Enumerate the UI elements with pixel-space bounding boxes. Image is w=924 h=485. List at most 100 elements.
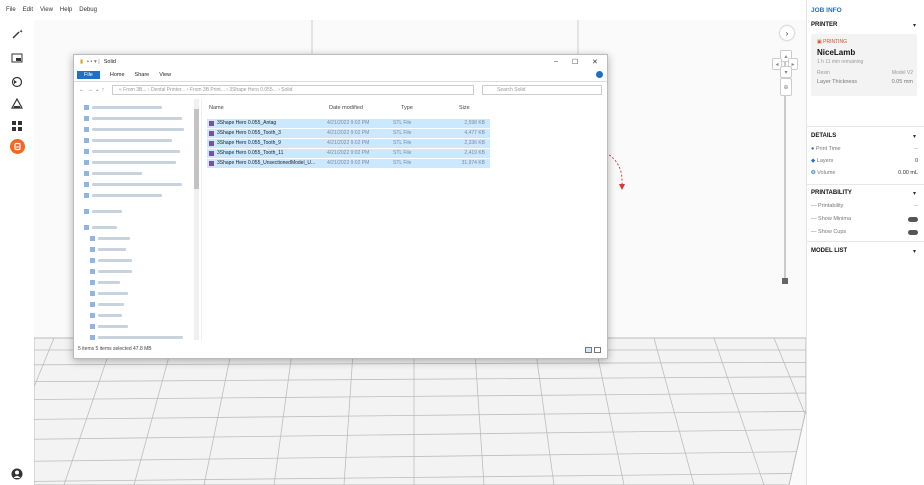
- dash-icon: —: [811, 229, 817, 235]
- show-cups-row: — Show Cups: [811, 229, 918, 235]
- nav-tree-item[interactable]: [90, 311, 122, 319]
- nav-tree-item[interactable]: [84, 136, 172, 144]
- chevron-down-icon[interactable]: ▾: [913, 133, 916, 140]
- nav-tree-item[interactable]: [84, 147, 180, 155]
- pan-down-icon[interactable]: ▾: [780, 66, 792, 78]
- menu-debug[interactable]: Debug: [79, 7, 97, 13]
- nav-tree-item[interactable]: [84, 103, 162, 111]
- menu-view[interactable]: View: [40, 7, 53, 13]
- details-view-icon[interactable]: [585, 347, 592, 353]
- nav-up-icon[interactable]: ↑: [102, 87, 105, 93]
- nav-tree-item[interactable]: [90, 234, 130, 242]
- nav-tree-item[interactable]: [90, 245, 126, 253]
- layer-thickness-value: 0.05 mm: [891, 79, 913, 85]
- ribbon-tab-share[interactable]: Share: [135, 72, 150, 78]
- window-title: Solid: [103, 59, 116, 65]
- ribbon-tab-file[interactable]: File: [77, 71, 100, 79]
- printability-row: — Printability --: [811, 203, 918, 209]
- chevron-down-icon[interactable]: ▾: [913, 22, 916, 29]
- import-icon[interactable]: [9, 50, 25, 66]
- printer-section-title[interactable]: PRINTER: [811, 22, 837, 28]
- nav-tree-item[interactable]: [84, 125, 184, 133]
- nav-tree-item[interactable]: [84, 169, 142, 177]
- chevron-down-icon[interactable]: ▾: [913, 248, 916, 255]
- minimize-icon[interactable]: –: [554, 58, 558, 65]
- dash-icon: —: [811, 203, 817, 209]
- nav-tree-item[interactable]: [84, 223, 117, 231]
- support-icon[interactable]: [9, 96, 25, 112]
- file-row[interactable]: 3Shape Hero 0.055_Antag 4/21/2022 9:02 PM…: [207, 119, 490, 128]
- close-icon[interactable]: ✕: [592, 58, 598, 66]
- nav-tree-item[interactable]: [84, 114, 182, 122]
- print-icon[interactable]: [10, 139, 25, 154]
- search-input[interactable]: Search Solid: [482, 85, 602, 95]
- grid-arrange-icon[interactable]: [9, 118, 25, 134]
- resin-value: Model V2: [891, 70, 913, 76]
- nav-tree-item[interactable]: [90, 322, 128, 330]
- nav-tree-item[interactable]: [90, 256, 132, 264]
- layers-row: ◆ Layers 0: [811, 158, 918, 164]
- svg-text:✦: ✦: [19, 29, 23, 35]
- file-row[interactable]: 3Shape Hero 0.055_Tooth_3 4/21/2022 9:02 …: [207, 129, 490, 138]
- printing-status: ▣ PRINTING: [817, 39, 848, 45]
- menu-edit[interactable]: Edit: [23, 7, 33, 13]
- printability-section-title[interactable]: PRINTABILITY: [811, 190, 852, 196]
- column-size[interactable]: Size: [459, 105, 470, 111]
- model-list-section-title[interactable]: MODEL LIST: [811, 248, 847, 254]
- scrollbar-thumb[interactable]: [194, 109, 199, 189]
- nav-forward-icon[interactable]: →: [88, 87, 94, 93]
- user-icon[interactable]: [9, 466, 25, 482]
- nav-tree-item[interactable]: [90, 300, 124, 308]
- magic-wand-icon[interactable]: ✦: [9, 26, 25, 42]
- nav-tree-item[interactable]: [84, 180, 182, 188]
- left-toolbar: ✦: [0, 20, 34, 485]
- nav-back-icon[interactable]: ←: [79, 87, 85, 93]
- show-minima-row: — Show Minima: [811, 216, 918, 222]
- clock-icon: ●: [811, 146, 815, 152]
- divider: [807, 184, 924, 185]
- address-bar[interactable]: « From 3B... › Dental Printer... › From …: [112, 85, 474, 95]
- column-name[interactable]: Name: [209, 105, 224, 111]
- file-row[interactable]: 3Shape Hero 0.055_Tooth_11 4/21/2022 9:02…: [207, 149, 490, 158]
- ribbon-tab-home[interactable]: Home: [110, 72, 125, 78]
- nav-tree-item[interactable]: [90, 333, 183, 340]
- show-cups-toggle[interactable]: [908, 229, 918, 235]
- file-row[interactable]: 3Shape Hero 0.055_Tooth_9 4/21/2022 9:02 …: [207, 139, 490, 148]
- stl-file-icon: [209, 141, 214, 146]
- rotate-icon[interactable]: [9, 74, 25, 90]
- quick-access-icon[interactable]: ▪ ▪ ▾ |: [87, 59, 100, 65]
- nav-tree-item[interactable]: [90, 278, 120, 286]
- menu-help[interactable]: Help: [60, 7, 72, 13]
- menu-file[interactable]: File: [6, 7, 16, 13]
- nav-tree-item[interactable]: [84, 207, 122, 215]
- ribbon-tab-view[interactable]: View: [159, 72, 171, 78]
- menu-bar: File Edit View Help Debug: [0, 0, 924, 20]
- zoom-control-icon[interactable]: ⊕: [780, 78, 792, 96]
- printer-name: NiceLamb: [817, 48, 856, 57]
- nav-tree-item[interactable]: [90, 289, 128, 297]
- collapse-panel-button[interactable]: ›: [780, 26, 794, 40]
- details-section-title[interactable]: DETAILS: [811, 133, 836, 139]
- address-row: ← → ⌄ ↑ « From 3B... › Dental Printer...…: [74, 83, 607, 97]
- nav-tree-item[interactable]: [90, 267, 132, 275]
- nav-tree-item[interactable]: [84, 191, 162, 199]
- printer-card[interactable]: ▣ PRINTING NiceLamb 1 h 11 min remaining…: [811, 34, 917, 96]
- nav-tree-item[interactable]: [84, 158, 176, 166]
- stl-file-icon: [209, 121, 214, 126]
- nav-pane-scrollbar[interactable]: [194, 99, 199, 340]
- large-icons-view-icon[interactable]: [594, 347, 601, 353]
- maximize-icon[interactable]: ☐: [572, 58, 578, 66]
- chevron-down-icon[interactable]: ▾: [913, 190, 916, 197]
- time-remaining: 1 h 11 min remaining: [817, 59, 864, 65]
- column-type[interactable]: Type: [401, 105, 413, 111]
- help-icon[interactable]: [596, 71, 603, 78]
- show-minima-toggle[interactable]: [908, 216, 918, 222]
- file-row[interactable]: 3Shape Hero 0.055_UnsectionedModel_U... 4…: [207, 159, 490, 168]
- job-info-panel: JOB INFO PRINTER ▾ ▣ PRINTING NiceLamb 1…: [806, 0, 924, 485]
- navigation-pane[interactable]: [74, 99, 202, 340]
- status-bar: 5 items 5 items selected 47.8 MB: [78, 346, 152, 352]
- print-time-row: ● Print Time --: [811, 146, 918, 152]
- nav-recent-icon[interactable]: ⌄: [95, 87, 100, 93]
- column-date[interactable]: Date modified: [329, 105, 363, 111]
- file-explorer-window[interactable]: ▮ ▪ ▪ ▾ | Solid – ☐ ✕ File Home Share Vi…: [73, 54, 608, 359]
